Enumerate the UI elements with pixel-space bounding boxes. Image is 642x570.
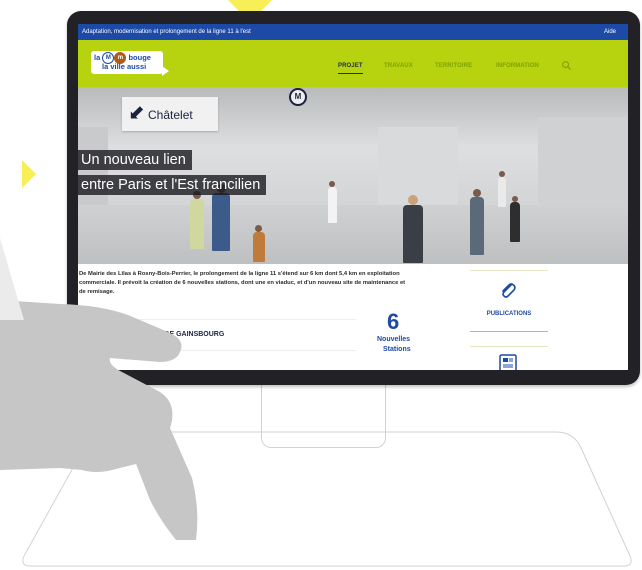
hand-illustration <box>0 238 198 540</box>
